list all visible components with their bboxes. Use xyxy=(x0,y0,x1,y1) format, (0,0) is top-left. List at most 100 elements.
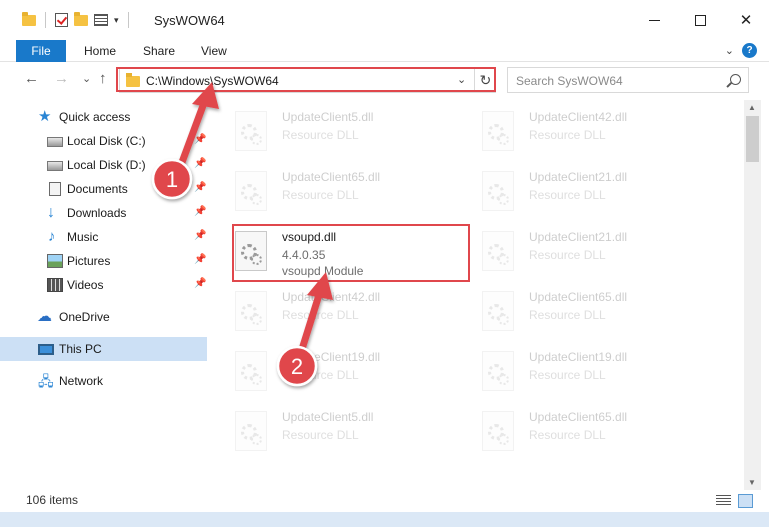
sidebar-item-this-pc[interactable]: This PC xyxy=(0,337,207,361)
sidebar-item-pictures[interactable]: Pictures 📌 xyxy=(0,249,207,273)
file-type: Resource DLL xyxy=(529,308,606,322)
customize-icon[interactable] xyxy=(94,14,108,26)
details-view-icon[interactable] xyxy=(716,495,731,507)
sidebar-item-label: Quick access xyxy=(59,110,131,124)
file-type: Resource DLL xyxy=(282,308,359,322)
up-button[interactable]: ↑ xyxy=(99,70,107,87)
sidebar-item-local-disk-c[interactable]: Local Disk (C:) 📌 xyxy=(0,129,207,153)
sidebar-item-label: Documents xyxy=(67,182,128,196)
dll-file-icon xyxy=(482,171,514,211)
file-type: Resource DLL xyxy=(529,368,606,382)
ribbon-tabs: File Home Share View ⌄ ? xyxy=(0,40,769,62)
tab-view[interactable]: View xyxy=(191,40,237,62)
sidebar-item-label: Local Disk (D:) xyxy=(67,158,146,172)
sidebar-item-downloads[interactable]: ↓ Downloads 📌 xyxy=(0,201,207,225)
file-item[interactable]: UpdateClient65.dll Resource DLL xyxy=(210,166,450,216)
dll-file-icon xyxy=(482,291,514,331)
dll-file-icon xyxy=(482,231,514,271)
tab-home[interactable]: Home xyxy=(74,40,126,62)
expand-ribbon-icon[interactable]: ⌄ xyxy=(725,44,734,57)
pin-icon[interactable]: 📌 xyxy=(194,206,206,217)
file-name: UpdateClient5.dll xyxy=(282,410,374,424)
scroll-down-icon[interactable]: ▼ xyxy=(748,478,756,487)
file-name: UpdateClient65.dll xyxy=(529,290,628,304)
search-box[interactable]: Search SysWOW64 xyxy=(507,67,749,93)
file-type: Resource DLL xyxy=(529,248,606,262)
properties-check-icon[interactable] xyxy=(55,13,68,27)
file-item[interactable]: UpdateClient42.dll Resource DLL xyxy=(210,286,450,336)
file-type: Resource DLL xyxy=(282,188,359,202)
close-button[interactable]: ✕ xyxy=(723,0,769,40)
quick-access-toolbar: ▾ xyxy=(0,11,132,28)
file-highlight-box xyxy=(232,224,470,282)
sidebar-item-onedrive[interactable]: ☁ OneDrive xyxy=(0,305,207,329)
file-item[interactable]: UpdateClient21.dll Resource DLL xyxy=(457,166,697,216)
tab-share[interactable]: Share xyxy=(133,40,185,62)
toolbar-divider xyxy=(127,12,129,28)
dll-file-icon xyxy=(482,351,514,391)
file-type: Resource DLL xyxy=(529,188,606,202)
maximize-icon xyxy=(694,14,706,26)
sidebar-item-label: Network xyxy=(59,374,104,388)
file-name: UpdateClient21.dll xyxy=(529,230,628,244)
large-icons-view-icon[interactable] xyxy=(738,494,753,508)
sidebar-item-quick-access[interactable]: ★ Quick access xyxy=(0,105,207,129)
item-count: 106 items xyxy=(26,493,79,507)
file-name: UpdateClient19.dll xyxy=(282,350,381,364)
new-folder-icon[interactable] xyxy=(74,11,88,26)
file-type: Resource DLL xyxy=(529,128,606,142)
videos-icon xyxy=(47,278,63,292)
cloud-icon: ☁ xyxy=(37,308,52,325)
dll-file-icon xyxy=(235,411,267,451)
recent-locations-button[interactable]: ⌄ xyxy=(82,72,91,85)
file-name: UpdateClient42.dll xyxy=(529,110,628,124)
maximize-button[interactable] xyxy=(677,0,723,40)
folder-icon[interactable] xyxy=(22,11,36,26)
pin-icon[interactable]: 📌 xyxy=(194,254,206,265)
window-title: SysWOW64 xyxy=(154,13,225,28)
file-item[interactable]: UpdateClient65.dll Resource DLL xyxy=(457,286,697,336)
pc-icon xyxy=(38,344,54,355)
sidebar-item-music[interactable]: ♪ Music 📌 xyxy=(0,225,207,249)
help-icon[interactable]: ? xyxy=(742,43,757,58)
disk-icon xyxy=(47,137,63,147)
toolbar-divider xyxy=(45,12,46,28)
pin-icon[interactable]: 📌 xyxy=(194,134,206,145)
pin-icon[interactable]: 📌 xyxy=(194,158,206,169)
dll-file-icon xyxy=(235,291,267,331)
star-icon: ★ xyxy=(38,108,52,125)
address-highlight-box xyxy=(116,67,496,92)
file-item[interactable]: UpdateClient19.dll Resource DLL xyxy=(457,346,697,396)
sidebar-item-network[interactable]: 🖧 Network xyxy=(0,369,207,393)
file-item[interactable]: UpdateClient19.dll Resource DLL xyxy=(210,346,450,396)
pin-icon[interactable]: 📌 xyxy=(194,182,206,193)
vertical-scrollbar[interactable]: ▲ ▼ xyxy=(744,100,761,490)
file-name: UpdateClient65.dll xyxy=(282,170,381,184)
quick-access-dropdown[interactable]: ▾ xyxy=(114,15,119,26)
sidebar-item-label: Downloads xyxy=(67,206,127,220)
file-item[interactable]: UpdateClient21.dll Resource DLL xyxy=(457,226,697,276)
music-icon: ♪ xyxy=(48,228,56,245)
sidebar-item-documents[interactable]: Documents 📌 xyxy=(0,177,207,201)
sidebar-item-videos[interactable]: Videos 📌 xyxy=(0,273,207,297)
pin-icon[interactable]: 📌 xyxy=(194,278,206,289)
file-item[interactable]: UpdateClient5.dll Resource DLL xyxy=(210,106,450,156)
tab-file[interactable]: File xyxy=(16,40,66,62)
search-icon[interactable] xyxy=(730,74,741,85)
sidebar-item-label: This PC xyxy=(59,342,102,356)
file-item[interactable]: UpdateClient65.dll Resource DLL xyxy=(457,406,697,456)
file-item[interactable]: UpdateClient5.dll Resource DLL xyxy=(210,406,450,456)
forward-button[interactable]: → xyxy=(54,70,69,87)
pin-icon[interactable]: 📌 xyxy=(194,230,206,241)
search-input[interactable]: Search SysWOW64 xyxy=(516,74,623,88)
sidebar-item-local-disk-d[interactable]: Local Disk (D:) 📌 xyxy=(0,153,207,177)
back-button[interactable]: ← xyxy=(24,70,39,87)
scroll-thumb[interactable] xyxy=(746,116,759,162)
scroll-up-icon[interactable]: ▲ xyxy=(748,103,756,112)
file-item[interactable]: UpdateClient42.dll Resource DLL xyxy=(457,106,697,156)
file-type: Resource DLL xyxy=(282,368,359,382)
disk-icon xyxy=(47,161,63,171)
dll-file-icon xyxy=(482,411,514,451)
dll-file-icon xyxy=(482,111,514,151)
minimize-button[interactable] xyxy=(631,0,677,40)
